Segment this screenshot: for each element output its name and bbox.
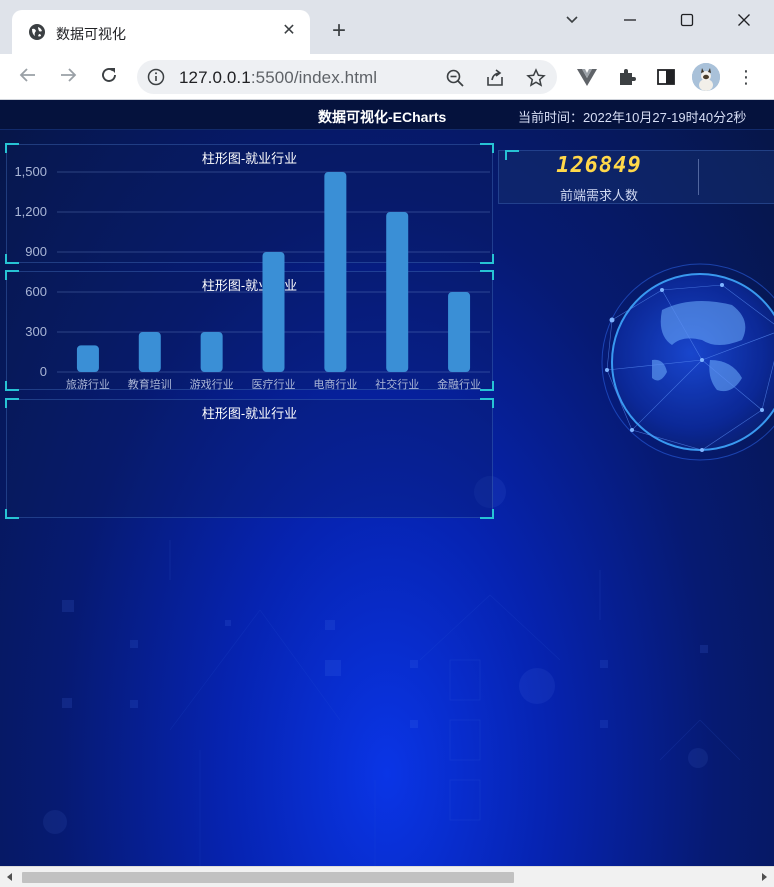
web-page: 数据可视化-ECharts 当前时间：2022年10月27-19时40分2秒 柱… [0,100,774,866]
x-tick-label: 教育培训 [128,377,172,391]
y-tick-label: 600 [25,284,47,299]
bar [200,332,223,372]
bar [138,332,161,372]
x-tick-label: 金融行业 [437,377,481,391]
panel-corner [480,509,494,519]
url-text[interactable]: 127.0.0.1:5500/index.html [179,68,377,88]
scroll-right-arrow-icon[interactable] [759,872,769,882]
y-tick-label: 900 [25,244,47,259]
vue-devtools-icon[interactable] [576,66,598,88]
extensions-puzzle-icon[interactable] [616,66,638,88]
new-tab-button[interactable]: + [326,19,352,45]
y-tick-label: 0 [40,364,47,379]
stat-label: 市 [749,185,774,204]
y-tick-label: 1,500 [14,164,47,179]
x-tick-label: 游戏行业 [190,378,234,391]
x-tick-label: 旅游行业 [66,377,110,391]
horizontal-scrollbar[interactable] [0,866,774,887]
bookmark-star-icon[interactable] [526,68,546,88]
address-bar[interactable]: 127.0.0.1:5500/index.html [137,60,557,94]
stat-market: 1 市 [699,151,774,205]
share-icon[interactable] [485,68,505,88]
scroll-left-arrow-icon[interactable] [5,872,15,882]
scrollbar-thumb[interactable] [22,872,514,883]
x-tick-label: 社交行业 [375,377,419,391]
panel-corner [5,509,19,519]
back-icon[interactable] [15,64,41,90]
zoom-icon[interactable] [445,68,465,88]
forward-icon[interactable] [55,64,81,90]
earth-globe-image [601,263,774,461]
stats-panel: 126849 前端需求人数 1 市 [498,150,774,204]
reload-icon[interactable] [96,64,122,90]
tab-close-icon[interactable]: ✕ [278,20,300,42]
bar [324,172,347,372]
bar [262,252,285,372]
menu-dots-icon[interactable]: ⋮ [736,66,756,88]
minimize-icon[interactable] [615,8,645,34]
globe-favicon-icon [29,24,45,40]
x-tick-label: 电商行业 [313,377,357,391]
y-tick-label: 1,200 [14,204,47,219]
profile-avatar[interactable] [692,63,720,91]
tab-strip: 数据可视化 ✕ + [0,0,774,54]
bar [386,212,409,372]
panel-title: 柱形图-就业行业 [201,406,298,421]
tab-title: 数据可视化 [56,26,126,42]
side-panel-icon[interactable] [655,66,677,88]
close-window-icon[interactable] [729,8,759,34]
maximize-icon[interactable] [672,8,702,34]
tab-search-chevron-icon[interactable] [557,8,587,34]
y-tick-label: 300 [25,324,47,339]
stat-value: 126849 [556,153,642,178]
browser-tab[interactable]: 数据可视化 ✕ [12,10,310,54]
info-icon[interactable] [147,68,165,86]
x-tick-label: 医疗行业 [252,377,296,391]
stat-value: 1 [749,153,774,178]
bar [448,292,471,372]
browser-toolbar: 127.0.0.1:5500/index.html [0,54,774,100]
current-time: 当前时间：2022年10月27-19时40分2秒 [518,110,747,125]
bar-chart: 0 300 600 900 1,200 1,500 旅游行业 教育培训 游戏行业 医疗行业 电商行业… [14,164,490,391]
bar [76,345,99,372]
stat-frontend-demand: 126849 前端需求人数 [499,151,699,205]
chart-panel-3: 柱形图-就业行业 [5,398,494,519]
stat-label: 前端需求人数 [559,188,638,203]
